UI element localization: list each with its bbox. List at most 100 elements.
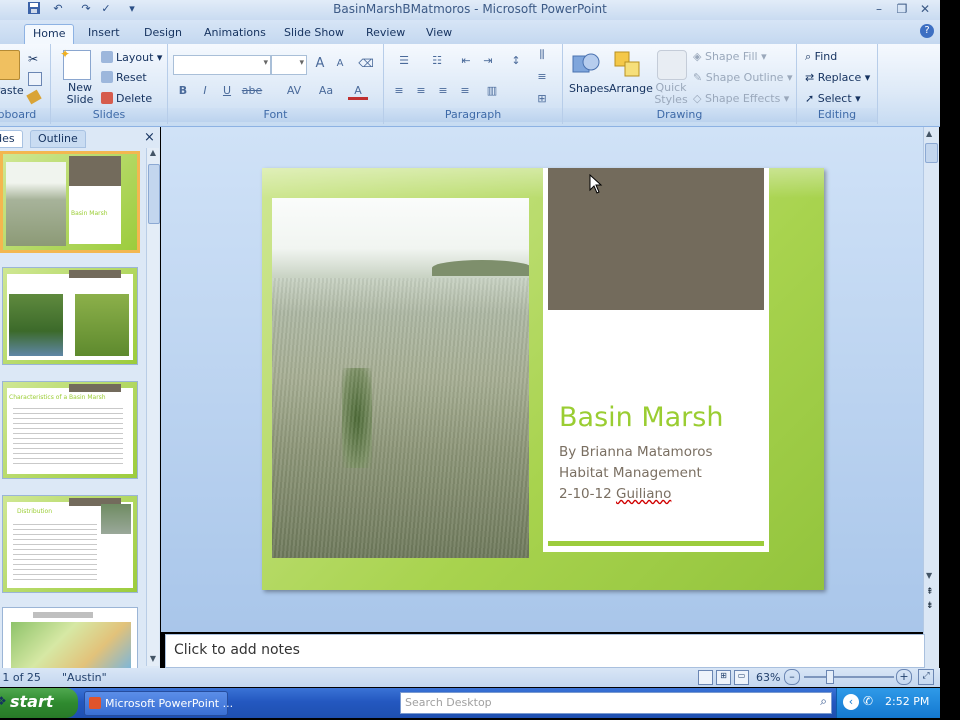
search-icon[interactable]: ⌕ [820,694,827,709]
underline-button[interactable]: U [217,82,237,100]
tab-slide-show[interactable]: Slide Show [276,24,352,44]
reset-button[interactable]: Reset [101,71,147,84]
slide-thumbnail-3[interactable]: Characteristics of a Basin Marsh [2,381,138,479]
subtitle-date: 2-10-12 [559,486,616,502]
select-button[interactable]: ➚ Select ▾ [805,92,861,105]
restore-button[interactable]: ❐ [893,1,911,17]
align-right-icon[interactable]: ≡ [433,82,453,100]
thumbnail-photo [101,504,131,534]
shape-outline-button[interactable]: ✎ Shape Outline ▾ [693,71,793,84]
character-spacing-button[interactable]: AV [281,82,307,100]
slide-thumbnail-1[interactable]: Basin Marsh [0,151,140,253]
numbering-icon[interactable]: ☷ [422,52,452,70]
grow-font-button[interactable]: A [310,55,330,73]
new-slide-icon[interactable]: ✦ [60,47,91,80]
close-window-button[interactable]: ✕ [916,1,934,17]
align-left-icon[interactable]: ≡ [389,82,409,100]
zoom-out-icon[interactable]: – [784,669,800,685]
notes-pane[interactable]: Click to add notes [165,634,925,668]
line-spacing-icon[interactable]: ↕ [502,52,530,70]
justify-icon[interactable]: ≡ [455,82,475,100]
slide-thumbnail-4[interactable]: Distribution [2,495,138,593]
bold-button[interactable]: B [173,82,193,100]
tab-outline-pane[interactable]: Outline [30,130,86,148]
slide-scrollbar[interactable]: ▲ ▼ ⇞ ⇟ [923,127,939,668]
tab-home[interactable]: Home [24,24,75,45]
tab-animations[interactable]: Animations [196,24,274,44]
scroll-down-icon[interactable]: ▼ [148,654,158,664]
slide-thumbnail-5[interactable] [2,607,138,668]
close-pane-icon[interactable]: × [144,130,155,145]
font-size-input[interactable]: ▾ [271,55,307,75]
scroll-up-icon[interactable]: ▲ [148,148,158,160]
decrease-indent-icon[interactable]: ⇤ [456,52,476,70]
taskbar-powerpoint-button[interactable]: Microsoft PowerPoint ... [84,691,233,716]
replace-button[interactable]: ⇄ Replace ▾ [805,71,870,84]
font-color-button[interactable]: A [348,82,368,100]
cut-icon[interactable]: ✂ [28,52,38,66]
marsh-photo[interactable] [272,198,529,558]
previous-slide-icon[interactable]: ⇞ [926,587,934,597]
font-family-input[interactable]: ▾ [173,55,271,75]
tab-review[interactable]: Review [358,24,413,44]
normal-view-icon[interactable] [698,670,713,685]
tab-slides-pane[interactable]: Slides [0,130,23,148]
slide-thumbnail-2[interactable] [2,267,138,365]
shape-fill-button[interactable]: ◈ Shape Fill ▾ [693,50,767,63]
zoom-slider-thumb[interactable] [826,670,834,684]
slide-sorter-icon[interactable]: ⊞ [716,670,731,685]
paste-icon[interactable] [0,50,20,80]
quick-styles-icon[interactable] [657,50,687,80]
minimize-button[interactable]: – [870,1,888,17]
clear-formatting-icon[interactable]: ⌫ [356,55,376,73]
slide-show-icon[interactable]: ▭ [734,670,749,685]
fit-to-window-icon[interactable]: ⤢ [918,669,934,685]
layout-button[interactable]: Layout ▾ [101,51,162,64]
tab-insert[interactable]: Insert [80,24,128,44]
scrollbar-thumb[interactable] [925,143,938,163]
change-case-button[interactable]: Aa [313,82,339,100]
slide-canvas[interactable]: Basin Marsh By Brianna Matamoros Habitat… [262,168,824,590]
strikethrough-button[interactable]: abe [239,82,265,100]
zoom-slider[interactable] [804,676,894,678]
columns-icon[interactable]: ▥ [482,82,502,100]
arrange-icon[interactable] [613,50,643,80]
tray-back-icon[interactable]: ‹ [843,694,859,710]
shapes-button[interactable]: Shapes [569,82,609,95]
misspelled-word[interactable]: Guiliano [616,486,671,502]
increase-indent-icon[interactable]: ⇥ [478,52,498,70]
copy-icon[interactable] [28,72,42,86]
zoom-level[interactable]: 63% [756,671,780,684]
shape-effects-button[interactable]: ◇ Shape Effects ▾ [693,92,789,105]
quick-styles-button[interactable]: Quick Styles [652,82,690,106]
text-direction-icon[interactable]: ⫼ [532,46,552,64]
layout-label: Layout [116,51,154,64]
find-button[interactable]: ⌕ Find [805,50,837,64]
arrange-button[interactable]: Arrange [609,82,653,95]
align-center-icon[interactable]: ≡ [411,82,431,100]
tab-design[interactable]: Design [136,24,190,44]
shapes-icon[interactable] [571,50,601,80]
delete-button[interactable]: Delete [101,92,152,105]
help-icon[interactable]: ? [920,24,934,38]
bullets-icon[interactable]: ☰ [389,52,419,70]
format-painter-icon[interactable] [26,89,42,105]
speech-bubble-icon[interactable]: ✆ [863,694,873,708]
slide-subtitle[interactable]: By Brianna Matamoros Habitat Management … [559,442,713,505]
new-slide-button[interactable]: New Slide [65,82,95,106]
thumbnail-scrollbar[interactable]: ▲ ▼ [146,148,160,666]
slide-title[interactable]: Basin Marsh [559,402,723,433]
align-text-icon[interactable]: ≡ [532,68,552,86]
paste-button[interactable]: Paste [0,84,24,97]
tab-view[interactable]: View [418,24,460,44]
start-button[interactable]: ❖ start [0,688,78,718]
scroll-down-icon[interactable]: ▼ [926,571,932,580]
search-desktop-input[interactable]: Search Desktop ⌕ [400,692,832,714]
italic-button[interactable]: I [195,82,215,100]
shrink-font-button[interactable]: A [330,55,350,73]
scrollbar-thumb[interactable] [148,164,160,224]
zoom-in-icon[interactable]: + [896,669,912,685]
smartart-icon[interactable]: ⊞ [532,90,552,108]
next-slide-icon[interactable]: ⇟ [926,601,934,611]
scroll-up-icon[interactable]: ▲ [926,129,932,138]
